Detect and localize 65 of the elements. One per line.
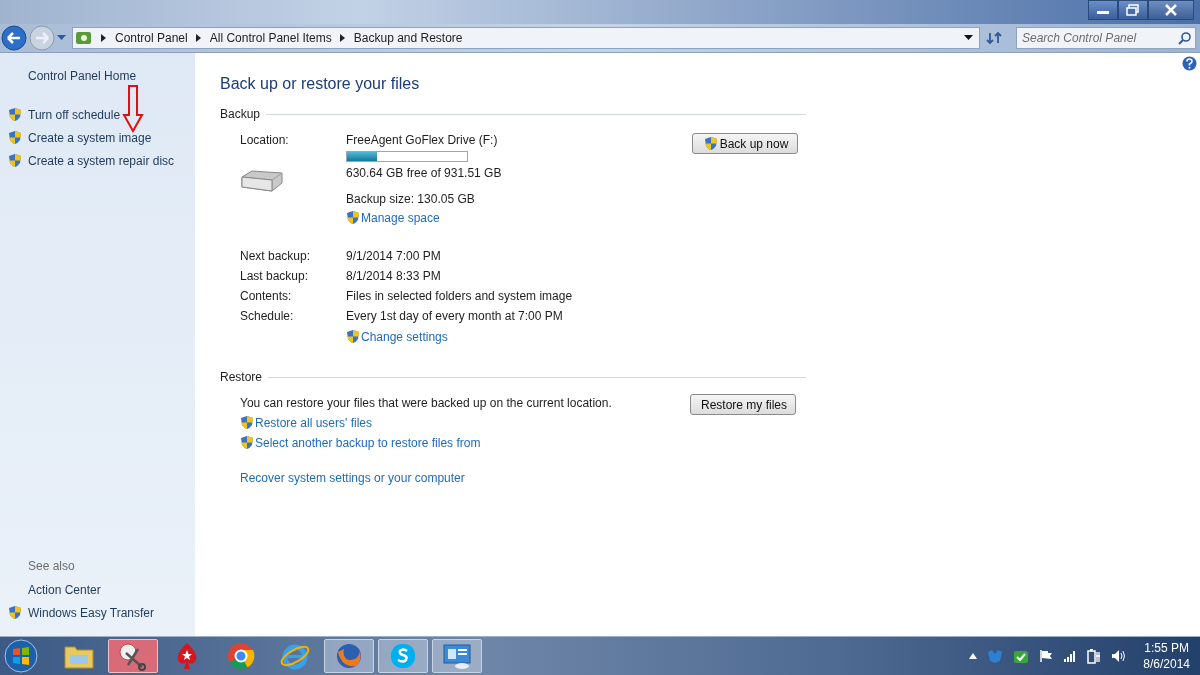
close-icon (1164, 4, 1178, 16)
signal-icon[interactable] (1063, 650, 1078, 662)
field-label: Last backup: (240, 269, 310, 283)
field-label: Next backup: (240, 249, 312, 263)
help-icon[interactable] (1182, 56, 1197, 71)
close-button[interactable] (1148, 0, 1194, 20)
breadcrumb-item[interactable]: Control Panel (115, 31, 188, 45)
search-field[interactable]: Search Control Panel (1016, 27, 1196, 49)
section-heading: Restore (220, 370, 263, 384)
sidebar-link[interactable]: Action Center (28, 582, 101, 597)
check-icon[interactable] (1013, 648, 1030, 664)
restore-link[interactable]: Select another backup to restore files from (255, 435, 481, 450)
monitor-icon[interactable] (440, 641, 474, 671)
field-value: Files in selected folders and system image (346, 289, 574, 303)
field-value: 8/1/2014 8:33 PM (346, 269, 442, 283)
field-value: Every 1st day of every month at 7:00 PM (346, 309, 564, 323)
chevron-icon (339, 34, 346, 42)
address-bar[interactable]: Control Panel All Control Panel Items Backup and Restore (72, 27, 980, 49)
sidebar-link[interactable]: Control Panel Home (28, 69, 195, 83)
sidebar-link[interactable]: Create a system image (28, 130, 152, 145)
shield-icon (703, 136, 718, 151)
control-panel-icon (75, 30, 93, 46)
back-icon[interactable] (1, 25, 27, 51)
sidebar-link[interactable]: Windows Easy Transfer (28, 605, 155, 620)
flag-icon[interactable] (1039, 649, 1054, 663)
clock[interactable]: 1:55 PM 8/6/2014 (1143, 640, 1190, 672)
clock-date: 8/6/2014 (1143, 656, 1190, 672)
restore-icon (1126, 4, 1140, 16)
chevron-icon (195, 34, 202, 42)
start-button[interactable] (4, 639, 38, 673)
field-label: Location: (240, 133, 290, 147)
field-label: Schedule: (240, 309, 295, 323)
page-title: Back up or restore your files (220, 75, 421, 93)
search-icon[interactable] (1178, 32, 1191, 45)
drive-name: FreeAgent GoFlex Drive (F:) (346, 133, 499, 147)
section-heading: Backup (220, 107, 261, 121)
breadcrumb-item[interactable]: Backup and Restore (353, 31, 463, 45)
refresh-icon[interactable] (986, 31, 1004, 45)
restore-description: You can restore your files that were backed up on the current location. (240, 396, 612, 410)
field-value: 9/1/2014 7:00 PM (346, 249, 442, 263)
speaker-icon[interactable] (1111, 649, 1128, 663)
see-also-heading: See also (28, 559, 76, 573)
restore-link[interactable]: Restore all users' files (255, 415, 372, 430)
breadcrumb-item[interactable]: All Control Panel Items (209, 31, 332, 45)
show-hidden-icons-icon[interactable] (969, 653, 978, 659)
sidebar-link[interactable]: Turn off schedule (28, 107, 121, 122)
minimize-button[interactable] (1088, 0, 1118, 20)
shield-icon (346, 329, 360, 344)
chevron-icon (101, 34, 107, 42)
clock-time: 1:55 PM (1144, 640, 1189, 656)
dropdown-icon[interactable] (964, 35, 973, 41)
back-up-now-button[interactable]: Back up now (692, 133, 798, 154)
battery-icon[interactable] (1087, 648, 1102, 664)
shield-icon (346, 210, 360, 225)
free-space-text: 630.64 GB free of 931.51 GB (346, 166, 503, 180)
maximize-button[interactable] (1118, 0, 1148, 20)
change-settings-link[interactable]: Change settings (361, 329, 448, 344)
annotation-arrow (122, 85, 144, 133)
field-label: Contents: (240, 289, 293, 303)
recover-link[interactable]: Recover system settings or your computer (240, 471, 612, 485)
backup-size-text: Backup size: 130.05 GB (346, 192, 476, 206)
drive-icon (238, 169, 286, 195)
manage-space-link[interactable]: Manage space (361, 210, 440, 225)
sidebar-link[interactable]: Create a system repair disc (28, 153, 175, 168)
restore-my-files-button[interactable]: Restore my files (690, 394, 796, 415)
